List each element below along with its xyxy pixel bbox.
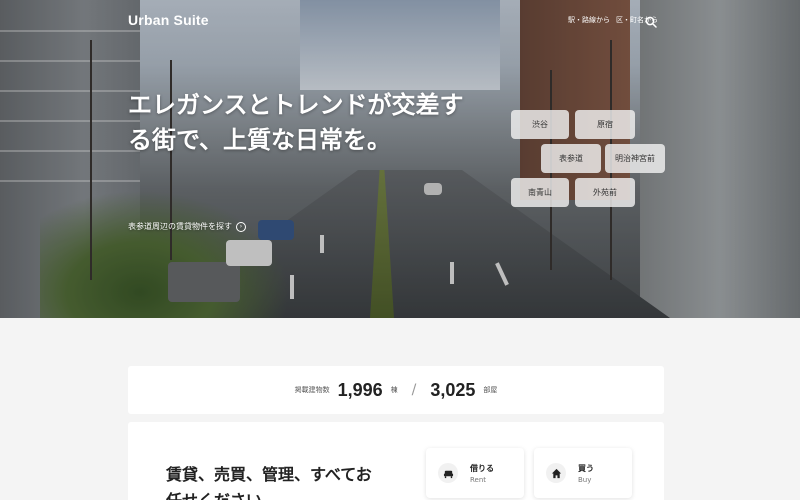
nav-item-station[interactable]: 駅・路線から	[568, 15, 610, 25]
circle-arrow-right-icon: ›	[236, 221, 246, 232]
station-button-omotesando[interactable]: 表参道	[541, 144, 601, 173]
rent-label-en: Rent	[470, 476, 487, 484]
station-button-minamiaoyama[interactable]: 南青山	[511, 178, 569, 207]
brand-logo[interactable]: Urban Suite	[128, 12, 209, 28]
stats-rooms-unit: 部屋	[483, 386, 498, 394]
sofa-icon	[438, 463, 458, 483]
buy-label-en: Buy	[578, 476, 592, 484]
search-icon[interactable]	[645, 13, 657, 28]
services-card: 賃貸、売買、管理、すべてお任せください 借りる Rent 買う Buy	[128, 422, 664, 500]
stats-card: 掲載建物数 1,996 棟 / 3,025 部屋	[128, 366, 664, 414]
house-icon	[546, 463, 566, 483]
stats-divider: /	[411, 382, 417, 398]
station-button-meijijingumae[interactable]: 明治神宮前	[605, 144, 665, 173]
hero-image	[0, 0, 800, 318]
services-title: 賃貸、売買、管理、すべてお任せください	[166, 465, 372, 500]
rent-button[interactable]: 借りる Rent	[426, 448, 524, 498]
station-button-gaienmae[interactable]: 外苑前	[575, 178, 635, 207]
stats-buildings-unit: 棟	[390, 386, 398, 394]
stats-label: 掲載建物数	[294, 386, 330, 394]
buy-label: 買う	[578, 464, 594, 473]
station-button-shibuya[interactable]: 渋谷	[511, 110, 569, 139]
stats-buildings-count: 1,996	[337, 379, 383, 400]
hero-overlay	[0, 0, 800, 318]
station-button-harajuku[interactable]: 原宿	[575, 110, 635, 139]
hero-search-link-label: 表参道周辺の賃貸物件を探す	[128, 222, 232, 231]
rent-label: 借りる	[470, 464, 494, 473]
hero-headline: エレガンスとトレンドが交差する街で、上質な日常を。	[128, 91, 464, 155]
stats-rooms-count: 3,025	[430, 379, 476, 400]
hero-search-link[interactable]: 表参道周辺の賃貸物件を探す ›	[128, 221, 246, 232]
buy-button[interactable]: 買う Buy	[534, 448, 632, 498]
